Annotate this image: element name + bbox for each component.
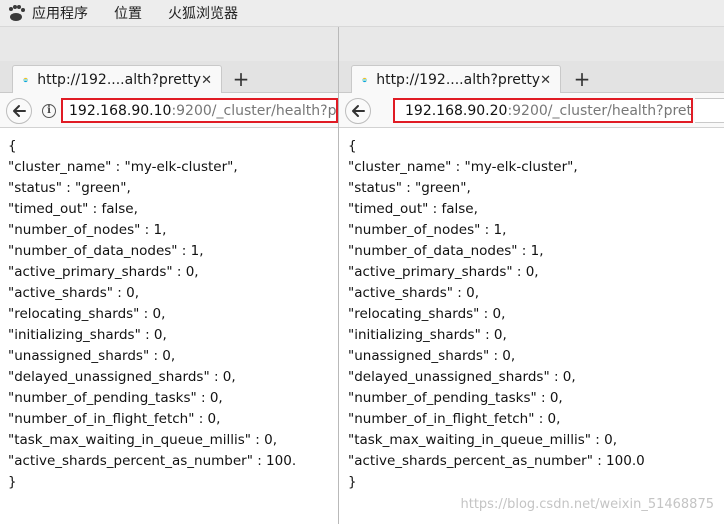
json-line: "relocating_shards" : 0, <box>348 306 506 322</box>
json-line: "delayed_unassigned_shards" : 0, <box>8 369 236 385</box>
json-line: "number_of_nodes" : 1, <box>348 222 507 238</box>
json-line: "active_shards_percent_as_number" : 100. <box>8 453 297 469</box>
json-line: "status" : "green", <box>8 180 131 196</box>
json-line: "number_of_in_flight_fetch" : 0, <box>348 411 561 427</box>
json-line: "initializing_shards" : 0, <box>8 327 167 343</box>
url-path: :9200/_cluster/health?prett <box>171 102 337 119</box>
json-line: { <box>8 138 17 154</box>
plus-icon[interactable]: + <box>570 67 594 91</box>
json-line: "task_max_waiting_in_queue_millis" : 0, <box>348 432 618 448</box>
json-line: "unassigned_shards" : 0, <box>348 348 516 364</box>
url-host: 192.168.90.20 <box>405 102 508 119</box>
json-line: "active_shards" : 0, <box>348 285 479 301</box>
tab-cluster-health[interactable]: http://192....alth?pretty ✕ <box>12 65 222 94</box>
system-top-bar: 应用程序 位置 火狐浏览器 <box>0 0 724 27</box>
json-response: { "cluster_name" : "my-elk-cluster", "st… <box>339 128 724 493</box>
tab-title: http://192....alth?pretty <box>376 72 541 88</box>
json-line: "number_of_nodes" : 1, <box>8 222 167 238</box>
watermark: https://blog.csdn.net/weixin_51468875 <box>460 497 714 512</box>
tab-strip: http://192....alth?pretty ✕ + <box>339 61 724 94</box>
json-response: { "cluster_name" : "my-elk-cluster", "st… <box>0 128 338 493</box>
json-line: "task_max_waiting_in_queue_millis" : 0, <box>8 432 278 448</box>
info-icon[interactable]: i <box>42 104 56 118</box>
elasticsearch-icon <box>23 77 29 83</box>
json-line: "timed_out" : false, <box>348 201 478 217</box>
json-line: "timed_out" : false, <box>8 201 138 217</box>
json-line: "active_primary_shards" : 0, <box>348 264 539 280</box>
close-icon[interactable]: ✕ <box>201 73 212 88</box>
json-line: "unassigned_shards" : 0, <box>8 348 176 364</box>
json-line: "status" : "green", <box>348 180 471 196</box>
json-line: "active_shards" : 0, <box>8 285 139 301</box>
json-line: "number_of_pending_tasks" : 0, <box>348 390 563 406</box>
menu-applications[interactable]: 应用程序 <box>32 3 88 23</box>
json-line: "initializing_shards" : 0, <box>348 327 507 343</box>
browser-window-right: http://192....alth?pretty ✕ + 192.168.90… <box>338 27 724 524</box>
json-line: } <box>8 474 17 490</box>
window-titlebar[interactable] <box>339 27 724 61</box>
json-line: "number_of_data_nodes" : 1, <box>348 243 544 259</box>
url-bar[interactable]: 192.168.90.10:9200/_cluster/health?prett <box>61 98 338 123</box>
plus-icon[interactable]: + <box>229 67 253 91</box>
json-line: "cluster_name" : "my-elk-cluster", <box>348 159 578 175</box>
browser-window-left: http://192....alth?pretty ✕ + i 192.168.… <box>0 27 338 524</box>
url-bar-extension[interactable] <box>695 98 724 123</box>
menu-firefox[interactable]: 火狐浏览器 <box>168 3 238 23</box>
tab-cluster-health[interactable]: http://192....alth?pretty ✕ <box>351 65 561 94</box>
json-line: "active_shards_percent_as_number" : 100.… <box>348 453 645 469</box>
close-icon[interactable]: ✕ <box>540 73 551 88</box>
json-line: "active_primary_shards" : 0, <box>8 264 199 280</box>
navigation-bar: 192.168.90.20:9200/_cluster/health?prett… <box>339 93 724 128</box>
json-line: { <box>348 138 357 154</box>
json-line: "relocating_shards" : 0, <box>8 306 166 322</box>
json-line: "number_of_in_flight_fetch" : 0, <box>8 411 221 427</box>
url-host: 192.168.90.10 <box>69 102 172 119</box>
elasticsearch-icon <box>362 77 368 83</box>
json-line: } <box>348 474 357 490</box>
url-bar[interactable]: 192.168.90.20:9200/_cluster/health?prett… <box>393 98 693 123</box>
back-button[interactable] <box>345 98 371 124</box>
menu-places[interactable]: 位置 <box>114 3 142 23</box>
applications-icon[interactable] <box>6 4 28 22</box>
back-arrow-icon <box>352 105 365 117</box>
url-path: :9200/_cluster/health?pretty <box>507 102 693 119</box>
back-button[interactable] <box>6 98 32 124</box>
json-line: "cluster_name" : "my-elk-cluster", <box>8 159 238 175</box>
navigation-bar: i 192.168.90.10:9200/_cluster/health?pre… <box>0 93 338 128</box>
json-line: "number_of_data_nodes" : 1, <box>8 243 204 259</box>
tab-strip: http://192....alth?pretty ✕ + <box>0 61 338 94</box>
window-titlebar[interactable] <box>0 27 338 61</box>
tab-title: http://192....alth?pretty <box>37 72 202 88</box>
json-line: "number_of_pending_tasks" : 0, <box>8 390 223 406</box>
json-line: "delayed_unassigned_shards" : 0, <box>348 369 576 385</box>
back-arrow-icon <box>13 105 26 117</box>
